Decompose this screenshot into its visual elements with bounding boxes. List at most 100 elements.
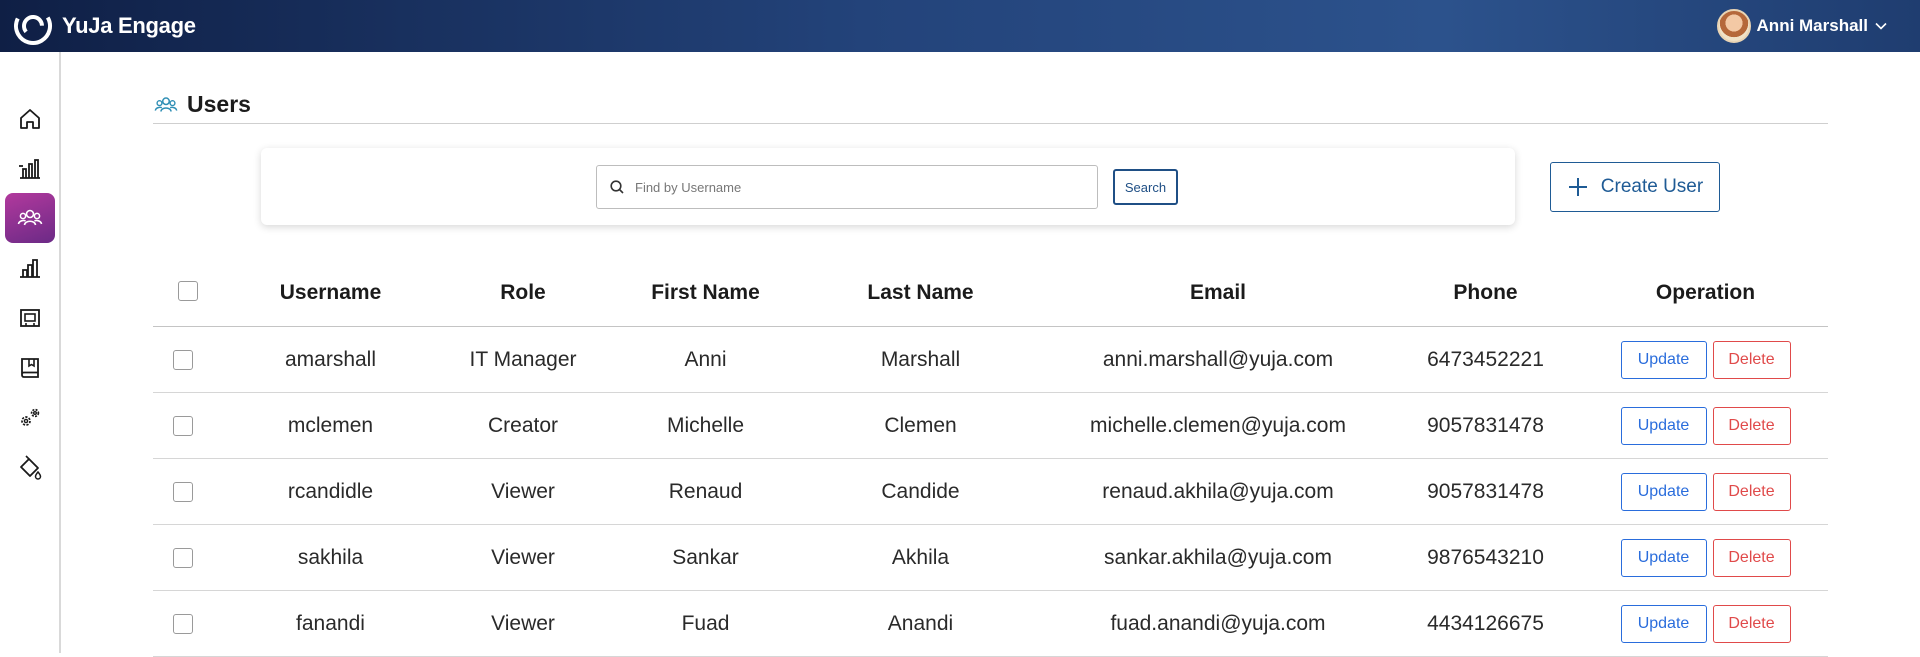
select-all-checkbox[interactable] [178,280,198,301]
cell-first-name: Fuad [681,611,730,635]
bar-chart-building-icon [19,159,40,179]
search-card: Search [261,148,1515,225]
chevron-down-icon [1875,22,1887,30]
cell-role: Viewer [491,611,555,635]
header-first-name[interactable]: First Name [618,259,793,326]
table-header-row: Username Role First Name Last Name Email… [153,259,1828,327]
delete-button[interactable]: Delete [1712,406,1791,445]
cell-username: rcandidle [287,479,374,503]
cell-last-name: Candide [881,479,960,503]
plus-icon [1568,178,1587,196]
update-button[interactable]: Update [1620,406,1707,445]
table-row: amarshall IT Manager Anni Marshall anni.… [153,327,1828,393]
yuja-logo-icon [14,7,52,45]
cell-operation: Update Delete [1583,327,1828,392]
sidebar-item-home[interactable] [5,94,55,144]
row-checkbox[interactable] [173,613,193,634]
search-icon [610,180,624,194]
update-button[interactable]: Update [1620,604,1707,643]
delete-button[interactable]: Delete [1712,604,1791,643]
delete-button[interactable]: Delete [1712,340,1791,379]
paint-bucket-icon [20,455,42,480]
cell-email: fuad.anandi@yuja.com [1110,611,1326,635]
cell-email: renaud.akhila@yuja.com [1102,479,1334,503]
users-icon [17,209,43,226]
cell-email: michelle.clemen@yuja.com [1090,413,1346,437]
cell-operation: Update Delete [1583,591,1828,656]
cell-username: amarshall [284,347,377,371]
header-username[interactable]: Username [233,259,428,326]
cell-first-name: Renaud [668,479,743,503]
select-all-cell [153,259,213,326]
users-table: Username Role First Name Last Name Email… [153,259,1828,657]
bar-chart-icon [20,259,40,278]
users-icon [154,96,178,112]
cell-phone: 9057831478 [1427,479,1544,503]
table-row: sakhila Viewer Sankar Akhila sankar.akhi… [153,525,1828,591]
sidebar-item-users[interactable] [5,193,55,243]
cell-phone: 6473452221 [1427,347,1544,371]
cell-email: anni.marshall@yuja.com [1102,347,1334,371]
delete-button[interactable]: Delete [1712,472,1791,511]
top-bar: YuJa Engage Anni Marshall [0,0,1920,52]
cell-first-name: Anni [684,347,727,371]
user-name: Anni Marshall [1756,16,1868,35]
update-button[interactable]: Update [1620,538,1707,577]
cell-operation: Update Delete [1583,459,1828,524]
delete-button[interactable]: Delete [1712,538,1791,577]
table-row: mclemen Creator Michelle Clemen michelle… [153,393,1828,459]
sidebar-item-courses[interactable] [5,293,55,343]
row-checkbox[interactable] [173,547,193,568]
cell-first-name: Michelle [666,413,745,437]
cell-role: IT Manager [469,347,577,371]
app-name: YuJa Engage [62,13,196,38]
sidebar-item-settings[interactable] [5,393,55,443]
cell-phone: 9876543210 [1427,545,1544,569]
cell-username: sakhila [297,545,364,569]
search-button[interactable]: Search [1113,169,1178,205]
row-checkbox[interactable] [173,481,193,502]
gears-icon [21,408,40,426]
cell-last-name: Anandi [887,611,954,635]
header-phone[interactable]: Phone [1388,259,1583,326]
cell-last-name: Clemen [884,413,957,437]
update-button[interactable]: Update [1620,472,1707,511]
table-row: fanandi Viewer Fuad Anandi fuad.anandi@y… [153,591,1828,657]
sidebar [0,52,61,653]
header-last-name[interactable]: Last Name [793,259,1048,326]
page-header: Users [153,86,1828,124]
cell-phone: 4434126675 [1427,611,1544,635]
sidebar-item-analytics[interactable] [5,144,55,194]
cell-operation: Update Delete [1583,525,1828,590]
cell-last-name: Akhila [891,545,950,569]
header-role[interactable]: Role [428,259,618,326]
search-box[interactable] [596,165,1098,209]
cell-last-name: Marshall [880,347,961,371]
sidebar-item-library[interactable] [5,343,55,393]
cell-username: fanandi [296,611,365,635]
page-title: Users [187,91,251,117]
row-checkbox[interactable] [173,415,193,436]
table-row: rcandidle Viewer Renaud Candide renaud.a… [153,459,1828,525]
search-input[interactable] [635,179,1075,195]
create-user-label: Create User [1600,176,1704,197]
cell-first-name: Sankar [672,545,739,569]
header-operation: Operation [1655,280,1756,304]
user-menu[interactable]: Anni Marshall [1716,8,1888,44]
cell-operation: Update Delete [1583,393,1828,458]
row-checkbox[interactable] [173,349,193,370]
cell-role: Viewer [491,545,555,569]
book-icon [21,358,39,378]
cell-username: mclemen [287,413,374,437]
home-icon [20,109,40,129]
header-email[interactable]: Email [1048,259,1388,326]
create-user-button[interactable]: Create User [1550,162,1720,212]
cell-email: sankar.akhila@yuja.com [1104,545,1332,569]
brand[interactable]: YuJa Engage [12,6,196,46]
cell-phone: 9057831478 [1427,413,1544,437]
sidebar-item-reports[interactable] [5,243,55,293]
sidebar-item-branding[interactable] [5,443,55,493]
update-button[interactable]: Update [1620,340,1707,379]
cell-role: Viewer [491,479,555,503]
classroom-icon [20,309,40,327]
